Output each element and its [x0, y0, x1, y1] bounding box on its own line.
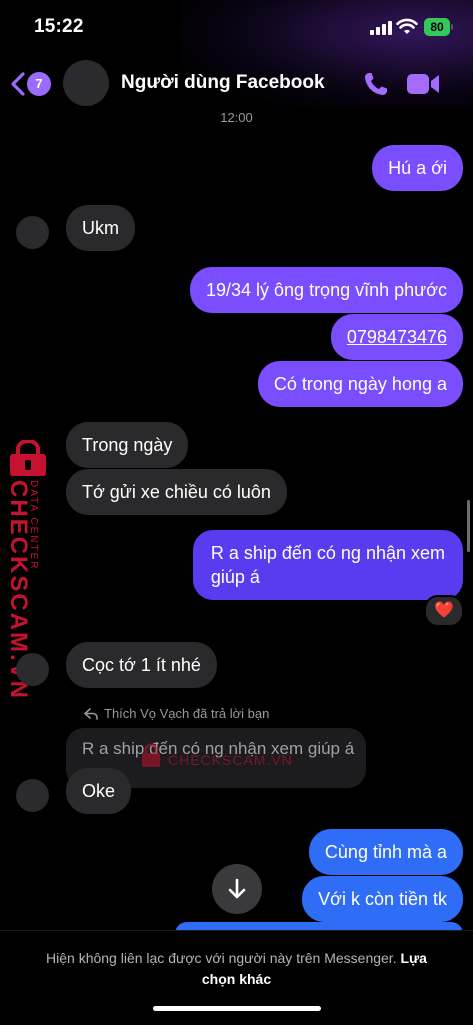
message-bubble-outgoing[interactable]: 19/34 lý ông trọng vĩnh phước — [189, 267, 463, 313]
message-text: Oke — [82, 781, 116, 801]
message-bubble-outgoing[interactable]: 0798473476 — [330, 314, 463, 360]
home-indicator[interactable] — [153, 1006, 321, 1011]
message-bubble-incoming[interactable]: Oke — [66, 768, 132, 814]
message-text: Trong ngày — [82, 435, 173, 455]
contact-avatar[interactable] — [63, 60, 109, 106]
unread-count-badge[interactable]: 7 — [27, 72, 51, 96]
watermark-sub: DATA CENTER — [28, 480, 39, 571]
message-bubble-outgoing[interactable]: Hú a ới — [372, 145, 463, 191]
reply-label: Thích Vọ Vạch đã trả lời bạn — [104, 706, 270, 721]
message-text: Tớ gửi xe chiều có luôn — [82, 482, 271, 502]
watermark-lock-small — [142, 743, 160, 767]
message-bubble-incoming[interactable]: Tớ gửi xe chiều có luôn — [66, 469, 287, 515]
scroll-indicator[interactable] — [467, 500, 470, 552]
message-text: Ukm — [82, 218, 119, 238]
battery-level: 80 — [424, 18, 450, 36]
video-camera-icon[interactable] — [405, 70, 441, 98]
message-bubble-incoming[interactable]: Cọc tớ 1 ít nhé — [66, 642, 217, 688]
message-bubble-incoming[interactable]: Ukm — [66, 205, 135, 251]
conversation-title[interactable]: Người dùng Facebook — [121, 72, 325, 94]
cellular-signal-icon — [370, 21, 392, 35]
message-text: R a ship đến có ng nhận xem — [210, 543, 445, 563]
arrow-down-icon — [228, 878, 246, 899]
sender-avatar[interactable] — [16, 653, 49, 686]
message-bubble-outgoing[interactable]: Có trong ngày hong a — [257, 361, 463, 407]
back-chevron-icon[interactable] — [8, 70, 28, 98]
watermark-center: CHECKSCAM.VN — [168, 752, 293, 768]
message-text: Với k còn tiền tk — [318, 889, 447, 909]
message-bubble-outgoing[interactable]: Cùng tỉnh mà a — [308, 829, 463, 875]
message-text: Hú a ới — [388, 158, 447, 178]
sender-avatar[interactable] — [16, 216, 49, 249]
message-text: 19/34 lý ông trọng vĩnh phước — [205, 280, 447, 300]
sender-avatar[interactable] — [16, 779, 49, 812]
message-text: Cọc tớ 1 ít nhé — [82, 655, 201, 675]
message-timestamp: 12:00 — [220, 110, 253, 125]
status-time: 15:22 — [34, 16, 84, 37]
wifi-icon — [396, 18, 418, 34]
reply-arrow-icon — [84, 708, 98, 720]
message-bubble-outgoing[interactable]: R a ship đến có ng nhận xem giúp á — [192, 530, 463, 600]
unavailable-notice: Hiện không liên lạc được với người này t… — [30, 948, 443, 990]
message-text: Có trong ngày hong a — [273, 374, 447, 394]
message-bubble-outgoing[interactable]: Với k còn tiền tk — [302, 876, 463, 922]
watermark-lock-logo — [10, 440, 46, 476]
scroll-to-bottom-button[interactable] — [212, 864, 262, 914]
unavailable-text: Hiện không liên lạc được với người này t… — [46, 950, 397, 966]
heart-reaction[interactable]: ❤️ — [424, 595, 464, 627]
message-text: giúp á — [210, 567, 260, 587]
message-bubble-incoming[interactable]: Trong ngày — [66, 422, 189, 468]
battery-icon: 80 — [424, 18, 454, 36]
phone-icon[interactable] — [362, 70, 390, 98]
phone-number-link[interactable]: 0798473476 — [347, 327, 447, 347]
message-text: Cùng tỉnh mà a — [324, 842, 447, 862]
